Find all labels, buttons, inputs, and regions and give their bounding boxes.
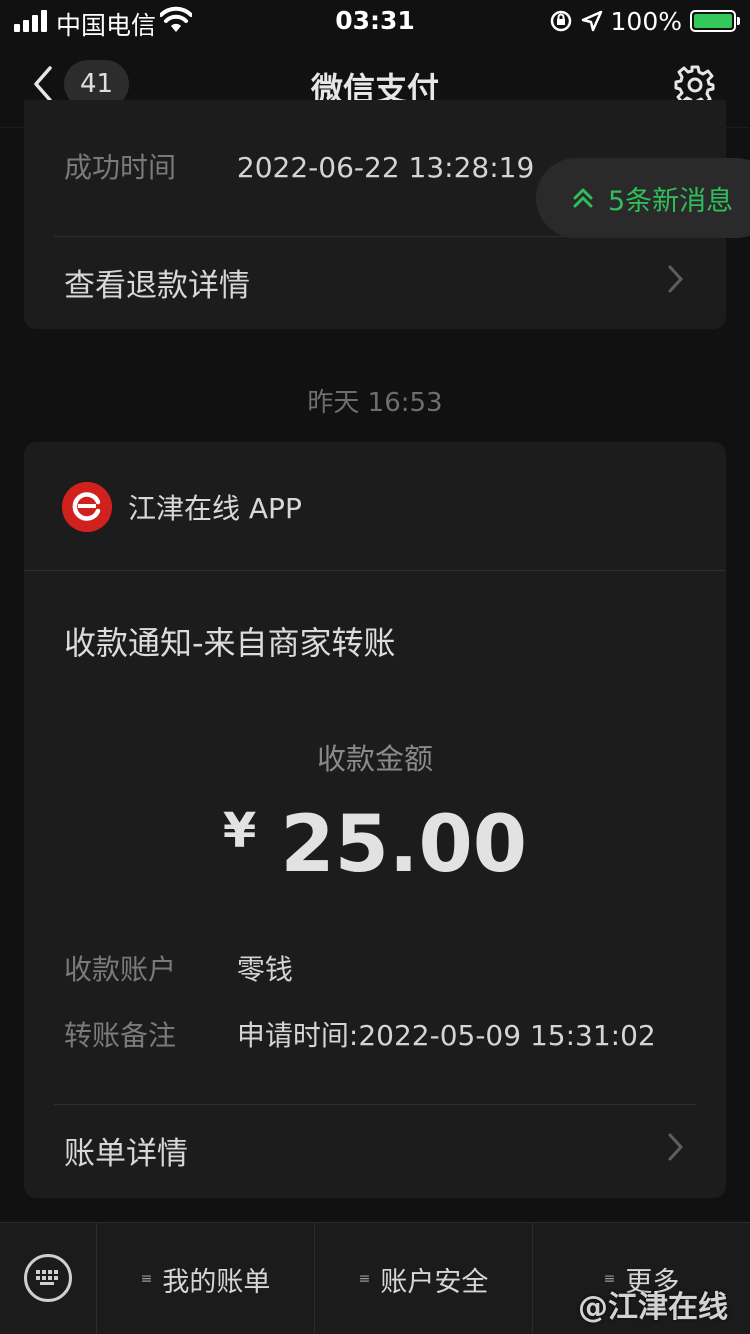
account-row: 收款账户 零钱 <box>64 948 293 988</box>
success-time-value: 2022-06-22 13:28:19 <box>236 151 535 184</box>
orientation-lock-icon <box>550 10 571 32</box>
currency-symbol: ¥ <box>222 803 257 859</box>
remark-label: 转账备注 <box>64 1019 177 1052</box>
new-messages-label: 5条新消息 <box>608 185 734 217</box>
success-time-label: 成功时间 <box>64 151 177 184</box>
account-value: 零钱 <box>236 953 293 986</box>
amount-display: ¥25.00 <box>24 800 726 890</box>
account-label: 收款账户 <box>64 953 177 986</box>
divider <box>54 1104 696 1105</box>
refund-detail-link[interactable]: 查看退款详情 <box>64 260 696 305</box>
merchant-logo <box>62 482 112 532</box>
chevron-right-icon <box>668 1133 684 1161</box>
location-icon <box>581 10 602 32</box>
amount-label: 收款金额 <box>316 742 433 776</box>
bill-detail-label: 账单详情 <box>64 1136 188 1172</box>
watermark: @江津在线 <box>578 1290 728 1325</box>
battery-icon <box>690 10 740 32</box>
menu-account-security-label: 账户安全 <box>380 1266 489 1298</box>
refund-detail-label: 查看退款详情 <box>64 268 250 304</box>
status-right: 100% <box>549 6 740 36</box>
menu-account-security[interactable]: ≡ 账户安全 <box>315 1223 533 1334</box>
keyboard-toggle-button[interactable] <box>0 1223 97 1334</box>
amount-value: 25.00 <box>280 800 528 890</box>
bill-detail-link[interactable]: 账单详情 <box>64 1128 696 1173</box>
merchant-logo-mark <box>62 482 112 532</box>
keyboard-icon <box>24 1254 72 1302</box>
status-bar: 中国电信 03:31 100% <box>0 0 750 42</box>
chevron-right-icon <box>668 265 684 293</box>
battery-percent: 100% <box>610 6 682 36</box>
menu-my-bills[interactable]: ≡ 我的账单 <box>97 1223 315 1334</box>
payment-notice-card[interactable]: 江津在线 APP 收款通知-来自商家转账 收款金额 ¥25.00 收款账户 零钱… <box>24 442 726 1198</box>
divider <box>24 570 726 571</box>
new-messages-button[interactable]: 5条新消息 <box>536 158 750 238</box>
merchant-row: 江津在线 APP <box>62 482 302 532</box>
message-timestamp: 昨天 16:53 <box>307 388 443 418</box>
menu-my-bills-label: 我的账单 <box>162 1266 271 1298</box>
menu-lines-icon: ≡ <box>358 1271 371 1287</box>
remark-row: 转账备注 申请时间:2022-05-09 15:31:02 <box>64 1014 656 1054</box>
merchant-name: 江津在线 APP <box>128 492 302 525</box>
menu-lines-icon: ≡ <box>140 1271 153 1287</box>
remark-value: 申请时间:2022-05-09 15:31:02 <box>236 1019 656 1052</box>
success-time-row: 成功时间 2022-06-22 13:28:19 <box>64 146 534 186</box>
notice-title: 收款通知-来自商家转账 <box>64 624 396 662</box>
double-chevron-up-icon <box>573 188 593 208</box>
